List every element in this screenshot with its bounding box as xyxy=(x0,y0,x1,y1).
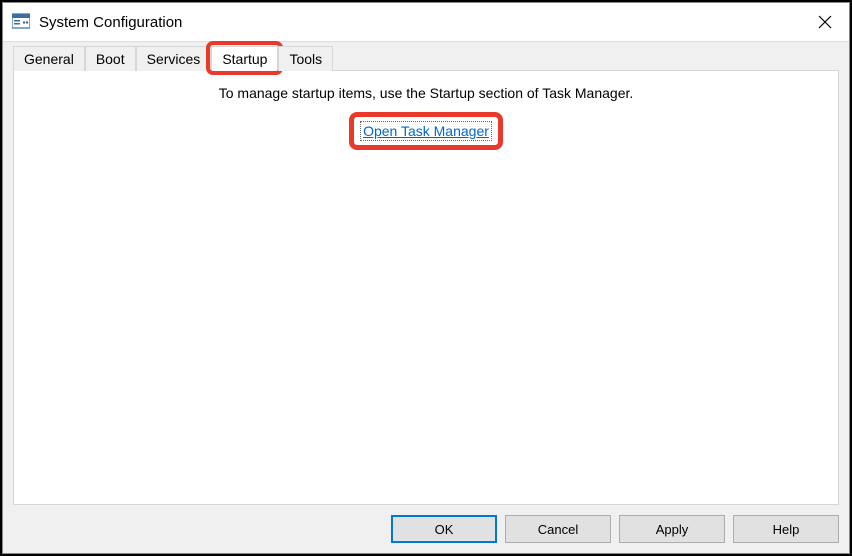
window-body: General Boot Services Startup Tools To m… xyxy=(3,41,849,553)
tab-boot[interactable]: Boot xyxy=(85,46,136,71)
titlebar: System Configuration xyxy=(3,3,849,41)
tab-startup-label: Startup xyxy=(222,51,267,67)
tab-content: To manage startup items, use the Startup… xyxy=(13,70,839,505)
dialog-buttons: OK Cancel Apply Help xyxy=(13,505,839,543)
ok-button[interactable]: OK xyxy=(391,515,497,543)
close-icon xyxy=(818,15,832,29)
system-configuration-window: System Configuration General Boot Servic… xyxy=(2,2,850,554)
app-icon xyxy=(11,12,31,32)
cancel-button[interactable]: Cancel xyxy=(505,515,611,543)
apply-button[interactable]: Apply xyxy=(619,515,725,543)
tabs-row: General Boot Services Startup Tools xyxy=(13,46,839,71)
tab-startup[interactable]: Startup xyxy=(211,46,278,72)
tab-services[interactable]: Services xyxy=(136,46,212,71)
window-title: System Configuration xyxy=(39,14,801,31)
close-button[interactable] xyxy=(801,3,849,41)
help-button[interactable]: Help xyxy=(733,515,839,543)
open-task-manager-link[interactable]: Open Task Manager xyxy=(360,121,492,141)
link-wrapper: Open Task Manager xyxy=(360,123,492,139)
tab-general[interactable]: General xyxy=(13,46,85,71)
startup-message: To manage startup items, use the Startup… xyxy=(219,85,634,101)
tab-tools[interactable]: Tools xyxy=(278,46,333,71)
